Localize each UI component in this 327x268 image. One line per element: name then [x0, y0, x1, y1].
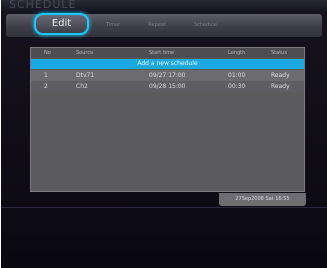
header-length: Length [228, 50, 246, 56]
schedule-table: No Source Start time Length Status Add a… [30, 47, 305, 192]
table-row[interactable]: 1 Dtv71 09/27 17:00 01:00 Ready [31, 70, 304, 81]
tab-schedule[interactable]: Schedule [194, 22, 217, 28]
row-length: 00:30 [228, 83, 246, 90]
row-start-time: 09/28 15:00 [149, 83, 186, 90]
header-status: Status [271, 50, 287, 56]
row-status: Ready [271, 83, 290, 90]
header-source: Source [76, 50, 94, 56]
add-schedule-row[interactable]: Add a new schedule [31, 59, 304, 69]
row-start-time: 09/27 17:00 [149, 72, 186, 79]
row-length: 01:00 [228, 72, 246, 79]
header-no: No [44, 50, 51, 56]
row-status: Ready [271, 72, 290, 79]
row-no: 2 [44, 83, 48, 90]
row-source: Dtv71 [76, 72, 95, 79]
tab-repeat[interactable]: Repeat [148, 22, 166, 28]
row-no: 1 [44, 72, 48, 79]
tab-list: Timer Repeat Schedule [106, 22, 217, 28]
clock-display: 27Sep2008 Sat 16:55 [219, 193, 306, 206]
tab-edit[interactable]: Edit [34, 13, 89, 35]
dvr-screen: SCHEDULE Timer Repeat Schedule Edit No S… [1, 0, 327, 268]
row-source: Ch2 [76, 83, 88, 90]
page-title: SCHEDULE [1, 0, 327, 12]
table-header: No Source Start time Length Status [31, 48, 304, 58]
header-start-time: Start time [149, 50, 175, 56]
tab-timer[interactable]: Timer [106, 22, 120, 28]
table-row[interactable]: 2 Ch2 09/28 15:00 00:30 Ready [31, 81, 304, 92]
divider [1, 207, 327, 208]
